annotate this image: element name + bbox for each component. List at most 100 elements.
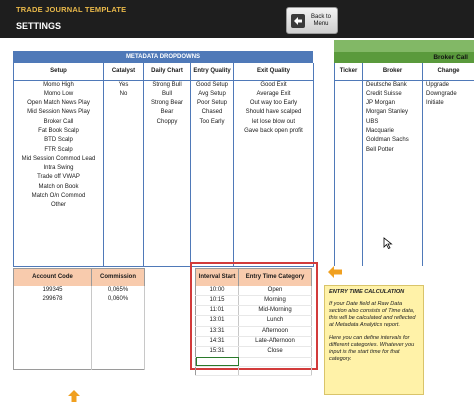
empty-cell[interactable]: [233, 219, 314, 230]
empty-cell[interactable]: [143, 247, 191, 258]
empty-cell[interactable]: [91, 359, 145, 370]
empty-cell[interactable]: [91, 304, 145, 314]
catalyst-cell[interactable]: [103, 192, 144, 202]
empty-cell[interactable]: [362, 219, 423, 230]
empty-cell[interactable]: [13, 313, 92, 323]
interval-start-cell[interactable]: 10:15: [195, 295, 239, 307]
setup-cell[interactable]: Mid Session Commod Lead: [13, 154, 104, 165]
entry-quality-cell[interactable]: [190, 173, 234, 183]
entry-quality-cell[interactable]: Good Setup: [190, 80, 234, 90]
empty-cell[interactable]: [362, 210, 423, 220]
daily-chart-cell[interactable]: [143, 136, 191, 146]
empty-cell[interactable]: [334, 247, 363, 258]
empty-cell[interactable]: [13, 341, 92, 351]
broker-cell[interactable]: Morgan Stanley: [362, 108, 423, 118]
empty-cell[interactable]: [362, 164, 423, 174]
daily-chart-cell[interactable]: Bear: [143, 108, 191, 118]
empty-cell[interactable]: [13, 322, 92, 332]
commission-cell[interactable]: 0,065%: [91, 285, 145, 295]
setup-cell[interactable]: Momo High: [13, 80, 104, 90]
interval-start-cell[interactable]: 13:31: [195, 326, 239, 337]
setup-cell[interactable]: Match O/n Commod: [13, 192, 104, 202]
catalyst-cell[interactable]: [103, 117, 144, 127]
account-code-cell[interactable]: 199345: [13, 285, 92, 295]
empty-cell[interactable]: [103, 238, 144, 248]
entry-quality-cell[interactable]: Poor Setup: [190, 99, 234, 109]
empty-cell[interactable]: [422, 201, 474, 211]
empty-cell[interactable]: [190, 229, 234, 239]
exit-quality-cell[interactable]: Should have scalped: [233, 108, 314, 118]
empty-cell[interactable]: [238, 366, 312, 377]
exit-quality-cell[interactable]: Out way too Early: [233, 99, 314, 109]
setup-cell[interactable]: Match on Book: [13, 182, 104, 193]
daily-chart-cell[interactable]: [143, 154, 191, 165]
empty-cell[interactable]: [362, 247, 423, 258]
entry-quality-cell[interactable]: Chased: [190, 108, 234, 118]
empty-cell[interactable]: [362, 257, 423, 267]
daily-chart-cell[interactable]: Strong Bear: [143, 99, 191, 109]
broker-cell[interactable]: Bell Potter: [362, 145, 423, 155]
empty-cell[interactable]: [91, 341, 145, 351]
interval-start-cell[interactable]: 11:01: [195, 305, 239, 317]
empty-cell[interactable]: [103, 257, 144, 267]
exit-quality-cell[interactable]: [233, 136, 314, 146]
entry-quality-cell[interactable]: [190, 192, 234, 202]
exit-quality-cell[interactable]: [233, 164, 314, 174]
empty-cell[interactable]: [13, 257, 104, 267]
entry-quality-cell[interactable]: Avg Setup: [190, 89, 234, 100]
daily-chart-cell[interactable]: [143, 182, 191, 193]
entry-time-category-cell[interactable]: Mid-Morning: [238, 305, 312, 317]
exit-quality-cell[interactable]: let lose blow out: [233, 117, 314, 127]
empty-cell[interactable]: [422, 192, 474, 202]
setup-cell[interactable]: Open Match News Play: [13, 99, 104, 109]
daily-chart-cell[interactable]: [143, 192, 191, 202]
change-cell[interactable]: [422, 108, 474, 118]
interval-start-cell[interactable]: 10:00: [195, 285, 239, 296]
empty-cell[interactable]: [334, 201, 363, 211]
catalyst-cell[interactable]: [103, 136, 144, 146]
interval-start-cell[interactable]: 15:31: [195, 346, 239, 358]
catalyst-cell[interactable]: [103, 126, 144, 137]
entry-quality-cell[interactable]: [190, 145, 234, 155]
daily-chart-cell[interactable]: [143, 173, 191, 183]
empty-cell[interactable]: [103, 247, 144, 258]
exit-quality-cell[interactable]: [233, 173, 314, 183]
empty-cell[interactable]: [103, 229, 144, 239]
broker-cell[interactable]: Goldman Sachs: [362, 136, 423, 146]
entry-quality-cell[interactable]: [190, 201, 234, 211]
ticker-cell[interactable]: [334, 80, 363, 90]
empty-cell[interactable]: [190, 219, 234, 230]
daily-chart-cell[interactable]: Choppy: [143, 117, 191, 127]
entry-time-category-cell[interactable]: Morning: [238, 295, 312, 307]
catalyst-cell[interactable]: [103, 108, 144, 118]
empty-cell[interactable]: [13, 331, 92, 342]
empty-cell[interactable]: [233, 210, 314, 220]
ticker-cell[interactable]: [334, 126, 363, 137]
interval-start-cell[interactable]: 14:31: [195, 336, 239, 348]
empty-cell[interactable]: [422, 247, 474, 258]
ticker-cell[interactable]: [334, 117, 363, 127]
empty-cell[interactable]: [362, 182, 423, 193]
empty-cell[interactable]: [91, 313, 145, 323]
broker-cell[interactable]: Macquarie: [362, 126, 423, 137]
empty-cell[interactable]: [334, 210, 363, 220]
empty-cell[interactable]: [143, 238, 191, 248]
setup-cell[interactable]: Mid Session News Play: [13, 108, 104, 118]
entry-time-category-cell[interactable]: Late-Afternoon: [238, 336, 312, 348]
empty-cell[interactable]: [13, 304, 92, 314]
empty-cell[interactable]: [143, 210, 191, 220]
empty-cell[interactable]: [422, 238, 474, 248]
catalyst-cell[interactable]: [103, 201, 144, 211]
back-to-menu-button[interactable]: Back to Menu: [286, 7, 338, 34]
exit-quality-cell[interactable]: Average Exit: [233, 89, 314, 100]
ticker-cell[interactable]: [334, 89, 363, 100]
exit-quality-cell[interactable]: [233, 182, 314, 193]
interval-start-cell[interactable]: 13:01: [195, 315, 239, 327]
empty-cell[interactable]: [13, 350, 92, 360]
entry-quality-cell[interactable]: [190, 182, 234, 193]
empty-cell[interactable]: [91, 350, 145, 360]
catalyst-cell[interactable]: [103, 182, 144, 193]
catalyst-cell[interactable]: [103, 173, 144, 183]
ticker-cell[interactable]: [334, 108, 363, 118]
exit-quality-cell[interactable]: Good Exit: [233, 80, 314, 90]
